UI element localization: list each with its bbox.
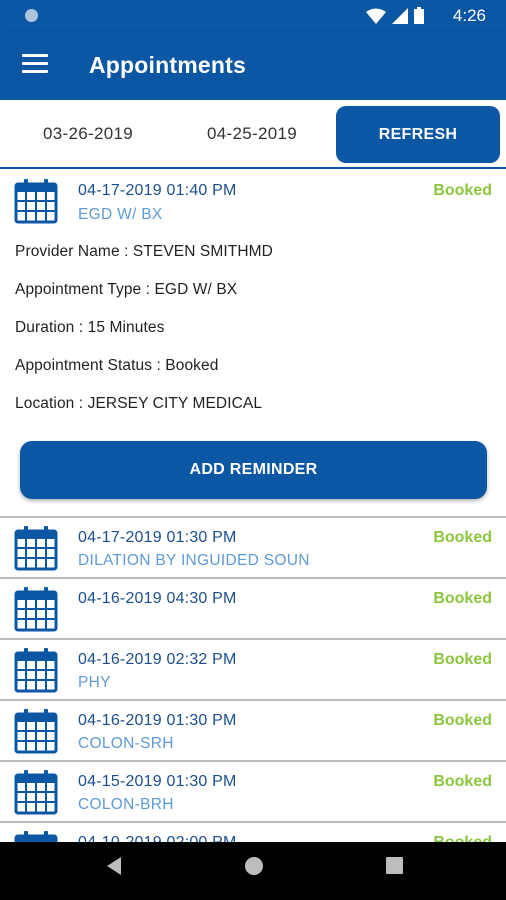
add-reminder-button[interactable]: ADD REMINDER	[20, 441, 487, 499]
status-badge: Booked	[433, 712, 492, 729]
home-icon[interactable]	[244, 856, 264, 876]
provider-name: Provider Name : STEVEN SMITHMD	[15, 243, 273, 260]
status-badge: Booked	[433, 529, 492, 546]
appointment-description: PHY	[78, 674, 111, 691]
appointment-list[interactable]: 04-17-2019 01:40 PM EGD W/ BX Booked Pro…	[0, 170, 506, 842]
appointment-datetime: 04-16-2019 04:30 PM	[78, 590, 237, 607]
appointment-status: Appointment Status : Booked	[15, 357, 219, 374]
calendar-icon	[14, 526, 58, 571]
appointment-description: COLON-BRH	[78, 796, 174, 813]
appointment-description: COLON-SRH	[78, 735, 174, 752]
status-icons	[366, 7, 424, 24]
appointment-datetime: 04-17-2019 01:30 PM	[78, 529, 237, 546]
list-item[interactable]: 04-15-2019 01:30 PM COLON-BRH Booked	[0, 762, 506, 823]
page-title: Appointments	[89, 52, 246, 78]
appointment-datetime: 04-15-2019 01:30 PM	[78, 773, 237, 790]
expanded-appointment[interactable]: 04-17-2019 01:40 PM EGD W/ BX Booked Pro…	[0, 170, 506, 518]
to-date-field[interactable]: 04-25-2019	[207, 124, 297, 144]
calendar-icon	[14, 709, 58, 754]
refresh-button[interactable]: REFRESH	[336, 106, 500, 163]
date-filter-bar: 03-26-2019 04-25-2019 REFRESH	[0, 100, 506, 169]
calendar-icon	[14, 648, 58, 693]
appointment-type: Appointment Type : EGD W/ BX	[15, 281, 238, 298]
recents-icon[interactable]	[386, 857, 403, 874]
status-badge: Booked	[433, 590, 492, 607]
list-item[interactable]: 04-16-2019 04:30 PM Booked	[0, 579, 506, 640]
list-item[interactable]: 04-16-2019 01:30 PM COLON-SRH Booked	[0, 701, 506, 762]
notification-dot-icon	[25, 9, 38, 22]
system-nav-bar	[0, 842, 506, 900]
wifi-icon	[366, 8, 386, 24]
appointment-description: DILATION BY INGUIDED SOUN	[78, 552, 310, 569]
menu-icon[interactable]	[22, 54, 48, 76]
location: Location : JERSEY CITY MEDICAL	[15, 395, 263, 412]
list-item[interactable]: 04-17-2019 01:30 PM DILATION BY INGUIDED …	[0, 518, 506, 579]
appointment-datetime: 04-16-2019 01:30 PM	[78, 712, 237, 729]
calendar-icon	[14, 587, 58, 632]
appointment-description: EGD W/ BX	[78, 206, 163, 223]
calendar-icon	[14, 770, 58, 815]
status-badge: Booked	[433, 182, 492, 199]
status-badge: Booked	[433, 651, 492, 668]
status-badge: Booked	[433, 834, 492, 842]
status-bar: 4:26	[0, 0, 506, 32]
appointment-datetime: 04-10-2019 02:00 PM	[78, 834, 237, 842]
calendar-icon	[14, 179, 58, 224]
calendar-icon	[14, 831, 58, 842]
appointment-datetime: 04-16-2019 02:32 PM	[78, 651, 237, 668]
list-item[interactable]: 04-16-2019 02:32 PM PHY Booked	[0, 640, 506, 701]
clock: 4:26	[452, 6, 486, 25]
battery-icon	[414, 7, 424, 24]
duration: Duration : 15 Minutes	[15, 319, 165, 336]
app-bar: Appointments	[0, 32, 506, 100]
from-date-field[interactable]: 03-26-2019	[43, 124, 133, 144]
signal-icon	[392, 7, 408, 24]
appointment-datetime: 04-17-2019 01:40 PM	[78, 182, 237, 199]
status-badge: Booked	[433, 773, 492, 790]
list-item[interactable]: 04-10-2019 02:00 PM Booked	[0, 823, 506, 842]
back-icon[interactable]	[105, 856, 123, 876]
